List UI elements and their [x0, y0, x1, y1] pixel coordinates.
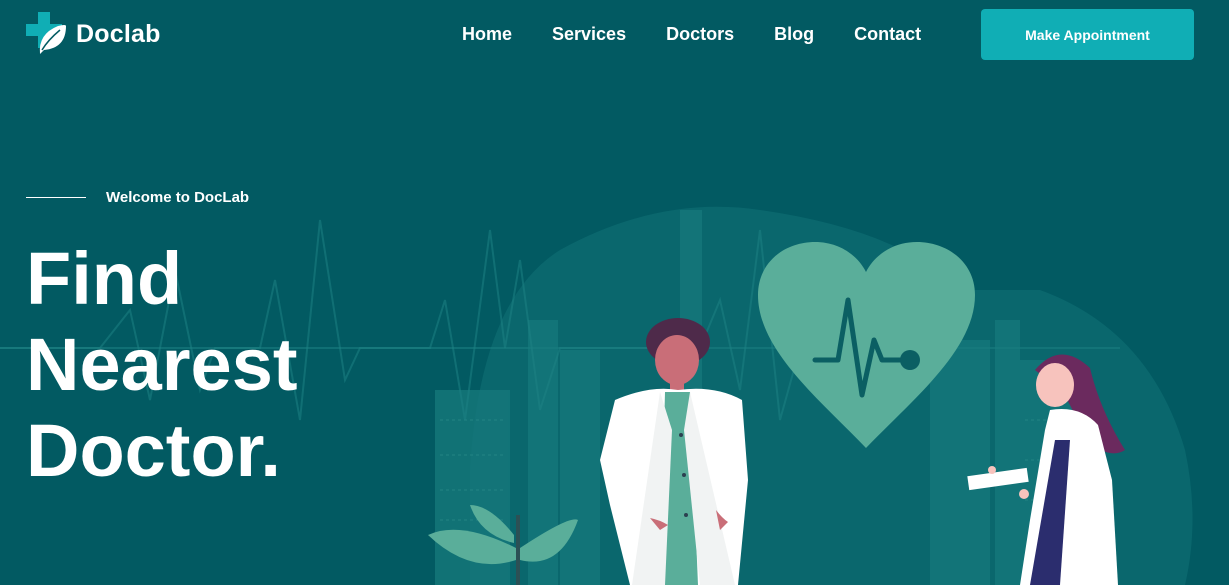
- logo-text: Doclab: [76, 19, 161, 48]
- nav-contact[interactable]: Contact: [854, 23, 921, 45]
- nav-blog[interactable]: Blog: [774, 23, 814, 45]
- headline-line-1: Find: [26, 237, 183, 320]
- hero-eyebrow: Welcome to DocLab: [26, 189, 249, 206]
- eyebrow-text: Welcome to DocLab: [106, 189, 250, 206]
- headline-line-3: Doctor.: [26, 409, 281, 492]
- medical-cross-leaf-icon: [26, 12, 66, 54]
- hero-headline: Find Nearest Doctor.: [26, 236, 298, 494]
- nav-services[interactable]: Services: [552, 23, 626, 45]
- main-nav: Home Services Doctors Blog Contact: [462, 23, 961, 45]
- make-appointment-button[interactable]: Make Appointment: [981, 9, 1194, 60]
- nav-home[interactable]: Home: [462, 23, 512, 45]
- headline-line-2: Nearest: [26, 323, 298, 406]
- eyebrow-divider: [26, 197, 86, 198]
- nav-doctors[interactable]: Doctors: [666, 23, 734, 45]
- site-header: Doclab Home Services Doctors Blog Contac…: [0, 0, 1229, 72]
- logo[interactable]: Doclab: [26, 12, 161, 56]
